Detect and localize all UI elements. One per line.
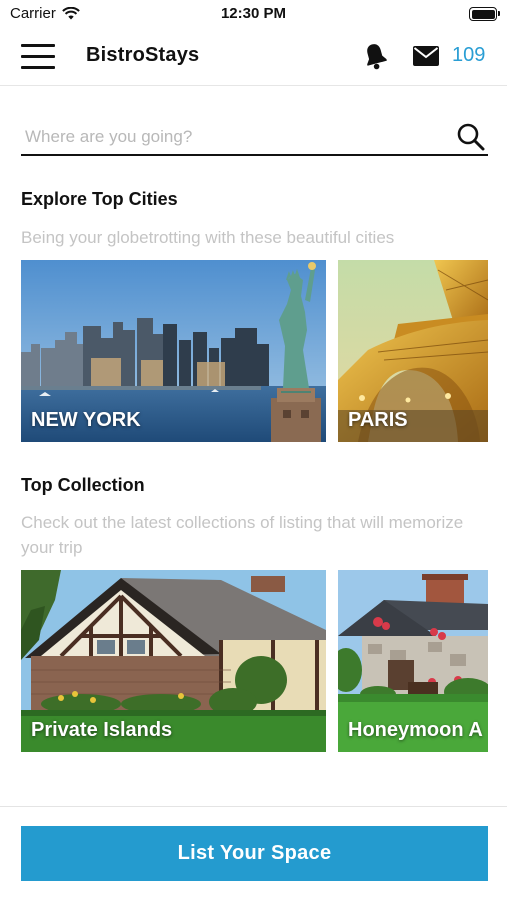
collection-label-honeymoon: Honeymoon A [348, 719, 483, 741]
collection-section-title: Top Collection [21, 475, 145, 495]
collection-card-honeymoon[interactable]: Honeymoon A [338, 570, 488, 752]
collection-label-private-islands: Private Islands [31, 719, 173, 741]
status-time: 12:30 PM [220, 5, 287, 22]
explore-section-subtitle: Being your globetrotting with these beau… [21, 228, 395, 247]
status-bar: Carrier 12:30 PM [0, 0, 507, 28]
hamburger-menu-icon[interactable] [21, 44, 55, 70]
explore-section-title: Explore Top Cities [21, 189, 178, 209]
collection-section-subtitle: Check out the latest collections of list… [21, 513, 464, 557]
city-label-new-york: NEW YORK [31, 409, 141, 431]
app-title: BistroStays [86, 44, 200, 66]
city-card-paris[interactable]: PARIS [338, 260, 488, 442]
list-your-space-button[interactable]: List Your Space [21, 826, 488, 881]
nav-bar: BistroStays 109 [0, 28, 507, 86]
city-label-paris: PARIS [348, 409, 408, 431]
search-icon[interactable] [456, 122, 486, 152]
collection-card-private-islands[interactable]: Private Islands [21, 570, 326, 752]
notification-count[interactable]: 109 [452, 44, 485, 67]
mail-icon[interactable] [413, 45, 439, 67]
battery-icon [469, 7, 500, 21]
bottom-divider [0, 806, 507, 807]
city-card-new-york[interactable]: NEW YORK [21, 260, 326, 442]
search-bar [21, 118, 488, 156]
bell-icon[interactable] [362, 42, 388, 70]
search-input[interactable] [25, 124, 445, 150]
